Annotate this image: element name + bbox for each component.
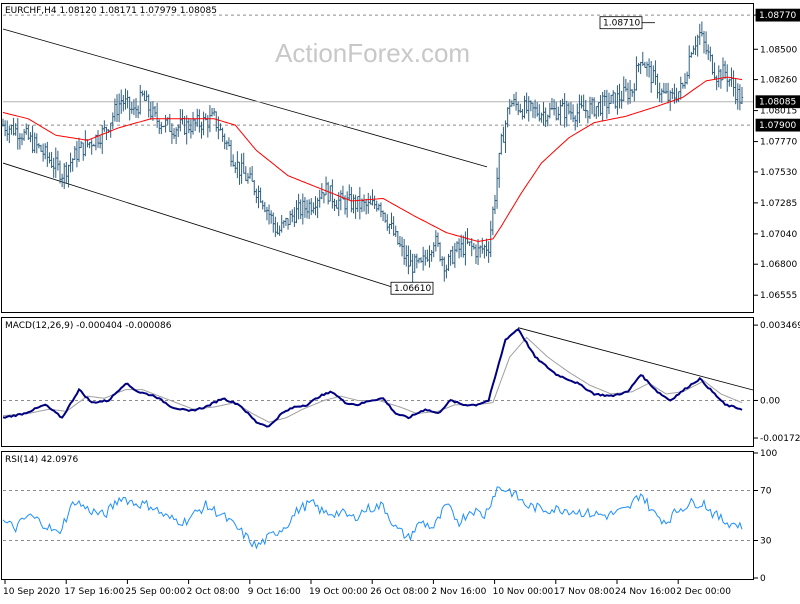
x-tick-label: 2 Dec 00:00 xyxy=(676,587,731,597)
y-tick-label: 1.07530 xyxy=(760,168,797,178)
x-tick-label: 24 Nov 16:00 xyxy=(615,587,676,597)
rsi-pane-frame xyxy=(1,451,754,580)
forex-chart: ActionForex.com 1.08710 1.06610 EURCHF,H4… xyxy=(0,0,800,600)
macd-pane-frame xyxy=(1,317,754,447)
x-tick-label: 2 Oct 08:00 xyxy=(187,587,240,597)
x-tick-label: 2 Nov 16:00 xyxy=(431,587,486,597)
y-tick-label: 70 xyxy=(760,487,772,497)
x-tick-label: 10 Nov 00:00 xyxy=(493,587,554,597)
support-price-label-text: 1.07900 xyxy=(759,121,796,131)
y-tick-label: -0.001729 xyxy=(760,434,800,444)
y-tick-label: 0.003469 xyxy=(760,321,800,331)
resistance-price-label-text: 1.08770 xyxy=(759,11,796,21)
support-price-label: 1.07900 xyxy=(755,118,800,132)
resistance-price-label: 1.08770 xyxy=(755,8,800,22)
y-tick-label: 1.06800 xyxy=(760,260,797,270)
y-tick-label: 1.08260 xyxy=(760,76,797,86)
y-tick-label: 30 xyxy=(760,537,772,547)
price-annotation: 1.06610 xyxy=(390,281,434,295)
x-tick-label: 17 Nov 08:00 xyxy=(554,587,615,597)
x-tick-label: 9 Oct 16:00 xyxy=(248,587,301,597)
x-tick-label: 17 Sep 16:00 xyxy=(64,587,124,597)
annotation-label: 1.08710 xyxy=(603,19,640,29)
y-tick-label: 1.08500 xyxy=(760,45,797,55)
x-tick-label: 10 Sep 2020 xyxy=(3,587,60,597)
y-tick-label: 1.07040 xyxy=(760,230,797,240)
annotation-label: 1.06610 xyxy=(394,284,431,294)
x-tick-label: 19 Oct 00:00 xyxy=(309,587,368,597)
price-title: EURCHF,H4 1.08120 1.08171 1.07979 1.0808… xyxy=(5,6,217,16)
x-tick-label: 25 Sep 00:00 xyxy=(125,587,185,597)
y-tick-label: 0.00 xyxy=(760,396,780,406)
macd-title: MACD(12,26,9) -0.000404 -0.000086 xyxy=(5,321,172,331)
rsi-title: RSI(14) 42.0976 xyxy=(5,455,78,465)
x-tick-label: 26 Oct 08:00 xyxy=(370,587,429,597)
y-tick-label: 0 xyxy=(760,574,766,584)
last-price-label: 1.08085 xyxy=(755,95,800,109)
watermark: ActionForex.com xyxy=(275,38,470,68)
y-tick-label: 100 xyxy=(760,449,777,459)
chart-canvas: ActionForex.com 1.08710 1.06610 EURCHF,H4… xyxy=(1,3,800,597)
y-tick-label: 1.07285 xyxy=(760,199,797,209)
y-tick-label: 1.06555 xyxy=(760,291,797,301)
last-price-label-text: 1.08085 xyxy=(759,98,796,108)
y-tick-label: 1.07770 xyxy=(760,138,797,148)
